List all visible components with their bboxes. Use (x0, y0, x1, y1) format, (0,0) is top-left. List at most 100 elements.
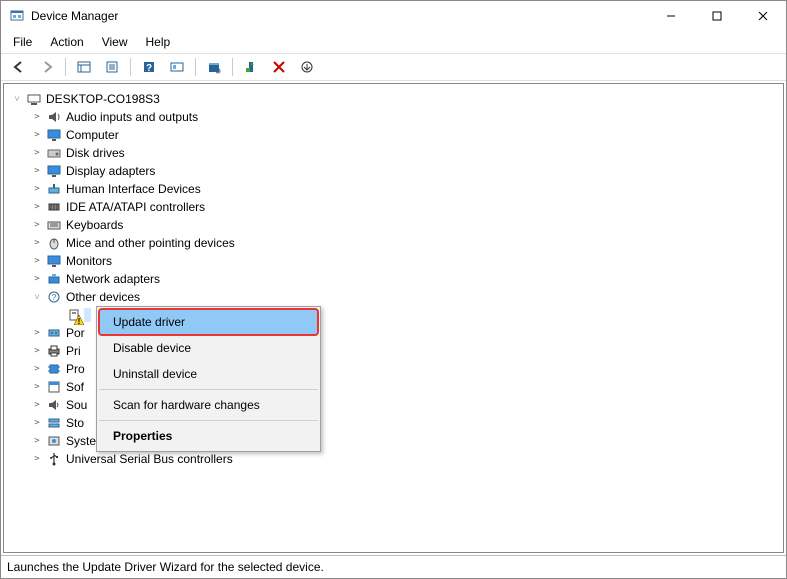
app-icon (9, 8, 25, 24)
storage-icon (46, 415, 62, 431)
close-button[interactable] (740, 1, 786, 31)
tree-category[interactable]: IDE ATA/ATAPI controllers (8, 198, 779, 216)
help-button[interactable]: ? (137, 56, 161, 78)
ctx-separator (99, 420, 318, 421)
software-icon (46, 379, 62, 395)
tree-category-label: Network adapters (64, 272, 162, 286)
window-title: Device Manager (31, 9, 118, 23)
chevron-right-icon[interactable] (30, 202, 44, 212)
chevron-down-icon[interactable] (30, 292, 44, 303)
speaker-icon (46, 109, 62, 125)
hid-icon (46, 181, 62, 197)
chevron-right-icon[interactable] (30, 400, 44, 410)
monitor-icon (46, 127, 62, 143)
tree-category-label: Por (64, 326, 87, 340)
tree-category[interactable]: Disk drives (8, 144, 779, 162)
other-icon: ? (46, 289, 62, 305)
ctx-uninstall-device[interactable]: Uninstall device (99, 361, 318, 387)
tree-category[interactable]: Display adapters (8, 162, 779, 180)
chevron-right-icon[interactable] (30, 130, 44, 140)
sound-icon (46, 397, 62, 413)
unknown-device-icon (66, 307, 82, 323)
chevron-right-icon[interactable] (30, 148, 44, 158)
tree-category[interactable]: Computer (8, 126, 779, 144)
uninstall-button[interactable] (267, 56, 291, 78)
tree-category-label: Display adapters (64, 164, 157, 178)
ctx-disable-device[interactable]: Disable device (99, 335, 318, 361)
monitor-icon (46, 163, 62, 179)
ctx-scan-hardware[interactable]: Scan for hardware changes (99, 392, 318, 418)
back-button[interactable] (7, 56, 31, 78)
chevron-right-icon[interactable] (30, 220, 44, 230)
chevron-right-icon[interactable] (30, 112, 44, 122)
tree-category-label: Keyboards (64, 218, 125, 232)
tree-category-label: Other devices (64, 290, 142, 304)
ide-icon (46, 199, 62, 215)
add-legacy-button[interactable] (239, 56, 263, 78)
mouse-icon (46, 235, 62, 251)
tree-category-label: Sto (64, 416, 86, 430)
tree-category[interactable]: Human Interface Devices (8, 180, 779, 198)
tree-category-label: Universal Serial Bus controllers (64, 452, 235, 466)
tree-category-label: Audio inputs and outputs (64, 110, 200, 124)
chevron-right-icon[interactable] (30, 256, 44, 266)
action-button[interactable] (165, 56, 189, 78)
forward-button[interactable] (35, 56, 59, 78)
tree-root-label: DESKTOP-CO198S3 (44, 92, 162, 106)
menu-file[interactable]: File (5, 33, 40, 51)
chevron-right-icon[interactable] (30, 184, 44, 194)
tree-category[interactable]: Keyboards (8, 216, 779, 234)
menu-bar: File Action View Help (1, 31, 786, 53)
toolbar: ? (1, 53, 786, 81)
tree-category[interactable]: Audio inputs and outputs (8, 108, 779, 126)
monitor-icon (46, 253, 62, 269)
chevron-right-icon[interactable] (30, 328, 44, 338)
status-bar: Launches the Update Driver Wizard for th… (1, 555, 786, 578)
tree-category-label: Computer (64, 128, 121, 142)
title-bar: Device Manager (1, 1, 786, 31)
update-driver-toolbar-button[interactable] (295, 56, 319, 78)
chevron-right-icon[interactable] (30, 436, 44, 446)
show-hidden-button[interactable] (72, 56, 96, 78)
ctx-separator (99, 389, 318, 390)
context-menu: Update driver Disable device Uninstall d… (96, 306, 321, 452)
menu-view[interactable]: View (94, 33, 136, 51)
device-tree-panel[interactable]: DESKTOP-CO198S3 Audio inputs and outputs… (3, 83, 784, 553)
scan-button[interactable] (202, 56, 226, 78)
menu-help[interactable]: Help (138, 33, 179, 51)
tree-category[interactable]: Monitors (8, 252, 779, 270)
disk-icon (46, 145, 62, 161)
ctx-properties[interactable]: Properties (99, 423, 318, 449)
network-icon (46, 271, 62, 287)
chevron-right-icon[interactable] (30, 166, 44, 176)
properties-button[interactable] (100, 56, 124, 78)
tree-category-label: Disk drives (64, 146, 127, 160)
chevron-right-icon[interactable] (30, 346, 44, 356)
tree-category[interactable]: Network adapters (8, 270, 779, 288)
tree-root[interactable]: DESKTOP-CO198S3 (8, 90, 779, 108)
maximize-button[interactable] (694, 1, 740, 31)
chevron-right-icon[interactable] (30, 274, 44, 284)
keyboard-icon (46, 217, 62, 233)
chevron-down-icon[interactable] (10, 94, 24, 105)
tree-category[interactable]: Mice and other pointing devices (8, 234, 779, 252)
port-icon (46, 325, 62, 341)
tree-category-label: IDE ATA/ATAPI controllers (64, 200, 207, 214)
chevron-right-icon[interactable] (30, 364, 44, 374)
chevron-right-icon[interactable] (30, 454, 44, 464)
status-text: Launches the Update Driver Wizard for th… (7, 560, 324, 574)
printer-icon (46, 343, 62, 359)
chevron-right-icon[interactable] (30, 382, 44, 392)
svg-text:?: ? (146, 63, 152, 74)
tree-category[interactable]: Universal Serial Bus controllers (8, 450, 779, 468)
tree-unknown-device-label (84, 308, 91, 322)
tree-category[interactable]: ? Other devices (8, 288, 779, 306)
chevron-right-icon[interactable] (30, 418, 44, 428)
minimize-button[interactable] (648, 1, 694, 31)
usb-icon (46, 451, 62, 467)
svg-text:?: ? (52, 293, 57, 302)
chevron-right-icon[interactable] (30, 238, 44, 248)
system-icon (46, 433, 62, 449)
menu-action[interactable]: Action (42, 33, 91, 51)
ctx-update-driver[interactable]: Update driver (99, 309, 318, 335)
